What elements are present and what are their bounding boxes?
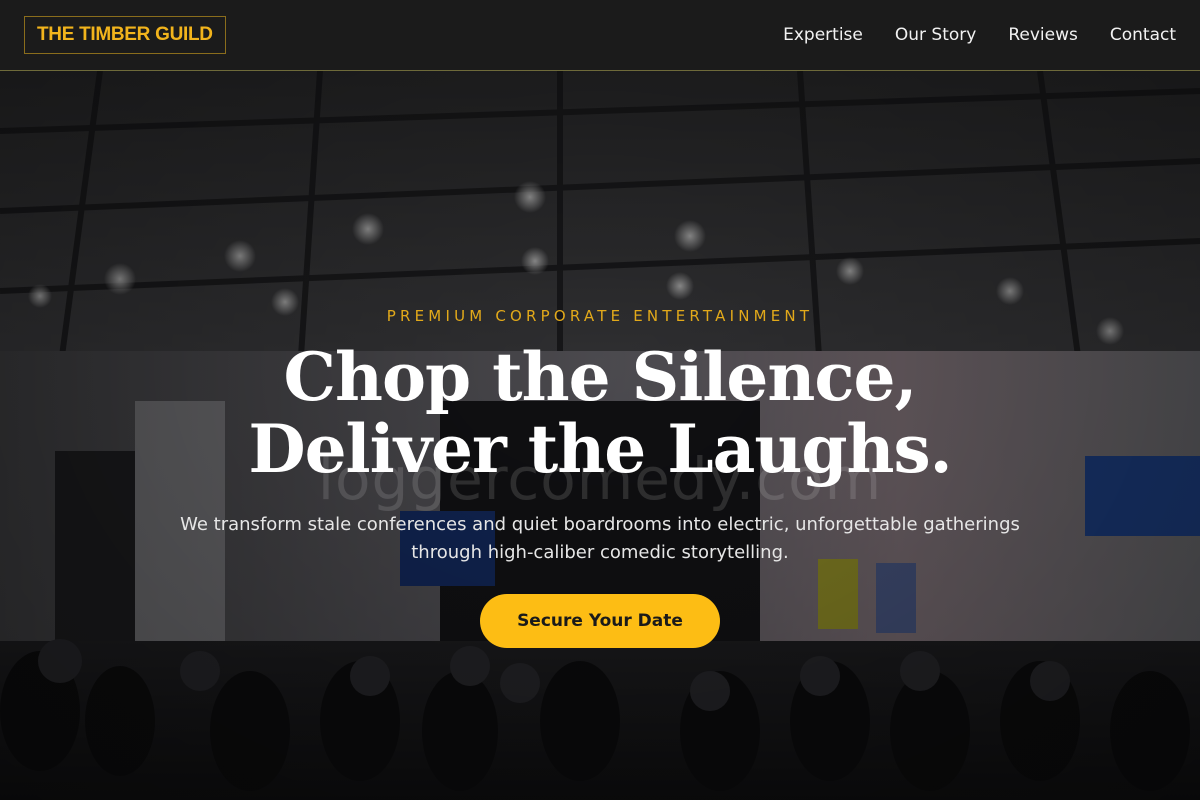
secure-date-button[interactable]: Secure Your Date bbox=[480, 594, 720, 648]
nav-link-expertise[interactable]: Expertise bbox=[783, 25, 863, 45]
nav-link-reviews[interactable]: Reviews bbox=[1008, 25, 1078, 45]
hero-eyebrow: PREMIUM CORPORATE ENTERTAINMENT bbox=[386, 307, 814, 325]
hero-content: PREMIUM CORPORATE ENTERTAINMENT Chop the… bbox=[0, 71, 1200, 800]
nav-link-contact[interactable]: Contact bbox=[1110, 25, 1176, 45]
site-header: THE TIMBER GUILD Expertise Our Story Rev… bbox=[0, 0, 1200, 71]
watermark-text: loggercomedy.com bbox=[317, 445, 883, 513]
hero-section: PREMIUM CORPORATE ENTERTAINMENT Chop the… bbox=[0, 71, 1200, 800]
brand-logo[interactable]: THE TIMBER GUILD bbox=[24, 16, 226, 54]
hero-subtext: We transform stale conferences and quiet… bbox=[180, 514, 1020, 563]
nav-link-our-story[interactable]: Our Story bbox=[895, 25, 976, 45]
main-nav: Expertise Our Story Reviews Contact bbox=[783, 25, 1176, 45]
